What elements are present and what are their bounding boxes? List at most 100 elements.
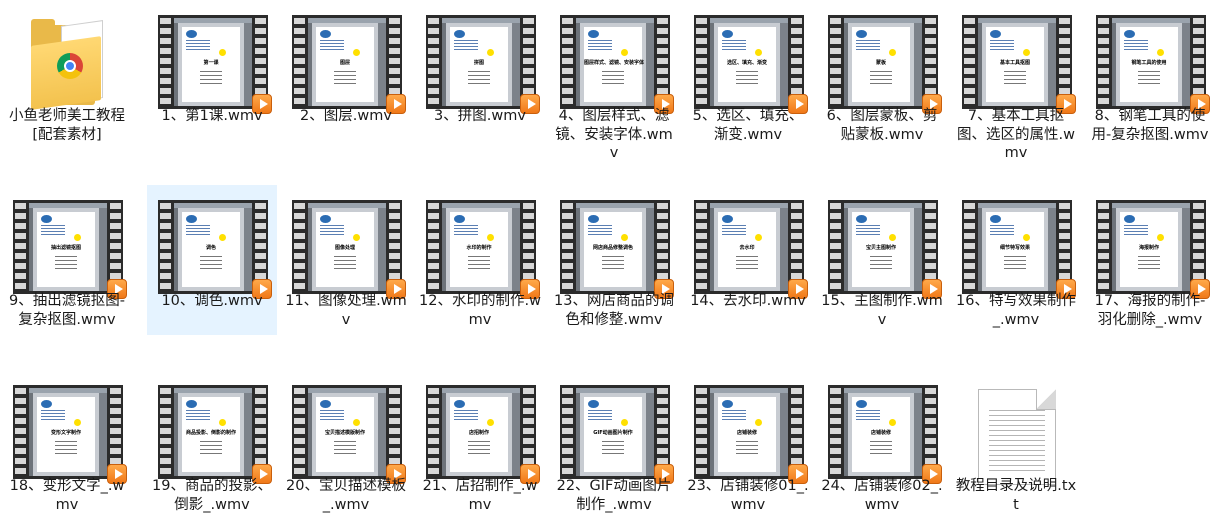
file-thumbnail: 水印的制作 — [426, 200, 540, 299]
file-item[interactable]: 宝贝描述模版制作 20、宝贝描述模板_.wmv — [281, 370, 411, 520]
slide-title: 基本工具抠图 — [999, 60, 1030, 66]
file-thumbnail: 变形文字制作 — [13, 385, 127, 484]
file-item[interactable]: 第一课 1、第1课.wmv — [147, 0, 277, 150]
file-name: 8、钢笔工具的使用-复杂抠图.wmv — [1091, 108, 1209, 143]
file-thumbnail: 宝贝主图制作 — [828, 200, 942, 299]
file-name: 7、基本工具抠图、选区的属性.wmv — [957, 108, 1075, 161]
video-frame: 店铺装修 — [844, 388, 922, 476]
video-filmstrip-icon: 店招制作 — [426, 385, 536, 479]
file-item[interactable]: 图像处理 11、图像处理.wmv — [281, 185, 411, 335]
logo-icon — [588, 215, 599, 223]
file-item[interactable]: 变形文字制作 18、变形文字_.wmv — [2, 370, 132, 520]
video-filmstrip-icon: 蒙板 — [828, 15, 938, 109]
video-filmstrip-icon: 第一课 — [158, 15, 268, 109]
file-name: 14、去水印.wmv — [690, 293, 806, 309]
slide-preview: 水印的制作 — [450, 212, 508, 287]
file-name: 小鱼老师美工教程[配套素材] — [9, 108, 125, 143]
file-item[interactable]: 抽出滤镜抠图 9、抽出滤镜抠图-复杂抠图.wmv — [2, 185, 132, 335]
logo-icon — [41, 400, 52, 408]
file-item[interactable]: 店招制作 21、店招制作_.wmv — [415, 370, 545, 520]
slide-title: 抽出滤镜抠图 — [50, 245, 81, 251]
video-frame: 蒙板 — [844, 18, 922, 106]
file-item[interactable]: 细节特写效果 16、特写效果制作_.wmv — [951, 185, 1081, 335]
slide-title: 店铺装修 — [736, 430, 757, 436]
video-filmstrip-icon: 细节特写效果 — [962, 200, 1072, 294]
video-filmstrip-icon: 变形文字制作 — [13, 385, 123, 479]
video-frame: 基本工具抠图 — [978, 18, 1056, 106]
file-item[interactable]: 拼图 3、拼图.wmv — [415, 0, 545, 150]
file-thumbnail — [962, 385, 1072, 485]
file-item[interactable]: 去水印 14、去水印.wmv — [683, 185, 813, 335]
file-thumbnail: 蒙板 — [828, 15, 942, 114]
slide-preview: 商品投影、倒影的制作 — [182, 397, 240, 472]
file-thumbnail: 选区、填充、渐变 — [694, 15, 808, 114]
file-item[interactable]: GIF动画图片制作 22、GIF动画图片制作_.wmv — [549, 370, 679, 520]
file-thumbnail: 第一课 — [158, 15, 272, 114]
file-item[interactable]: 调色 10、调色.wmv — [147, 185, 277, 335]
file-item[interactable]: 小鱼老师美工教程[配套素材] — [2, 0, 132, 150]
slide-title: 去水印 — [739, 245, 755, 251]
file-thumbnail: 店铺装修 — [828, 385, 942, 484]
file-item[interactable]: 店铺装修 24、店铺装修02_.wmv — [817, 370, 947, 520]
logo-icon — [856, 215, 867, 223]
slide-title: 拼图 — [473, 60, 484, 66]
file-name: 21、店招制作_.wmv — [422, 478, 538, 513]
video-filmstrip-icon: 水印的制作 — [426, 200, 536, 294]
file-item[interactable]: 钢笔工具的使用 8、钢笔工具的使用-复杂抠图.wmv — [1085, 0, 1215, 150]
file-item[interactable]: 蒙板 6、图层蒙板、剪贴蒙板.wmv — [817, 0, 947, 150]
slide-title: 变形文字制作 — [50, 430, 81, 436]
logo-icon — [722, 215, 733, 223]
logo-icon — [41, 215, 52, 223]
file-item[interactable]: 图层样式、滤镜、安装字体 4、图层样式、滤镜、安装字体.wmv — [549, 0, 679, 161]
file-item[interactable]: 基本工具抠图 7、基本工具抠图、选区的属性.wmv — [951, 0, 1081, 161]
logo-icon — [320, 400, 331, 408]
file-item[interactable]: 图层 2、图层.wmv — [281, 0, 411, 150]
video-filmstrip-icon: 选区、填充、渐变 — [694, 15, 804, 109]
slide-preview: 去水印 — [718, 212, 776, 287]
file-name: 4、图层样式、滤镜、安装字体.wmv — [555, 108, 673, 161]
video-filmstrip-icon: 抽出滤镜抠图 — [13, 200, 123, 294]
file-item[interactable]: 店铺装修 23、店铺装修01_.wmv — [683, 370, 813, 520]
video-frame: 宝贝描述模版制作 — [308, 388, 386, 476]
slide-title: 店铺装修 — [870, 430, 891, 436]
file-name: 22、GIF动画图片制作_.wmv — [556, 478, 672, 513]
video-frame: 店招制作 — [442, 388, 520, 476]
logo-icon — [320, 30, 331, 38]
logo-icon — [454, 400, 465, 408]
slide-title: 图像处理 — [334, 245, 355, 251]
logo-icon — [186, 30, 197, 38]
video-filmstrip-icon: 海报制作 — [1096, 200, 1206, 294]
slide-preview: 图像处理 — [316, 212, 374, 287]
file-thumbnail — [13, 15, 123, 110]
video-filmstrip-icon: 钢笔工具的使用 — [1096, 15, 1206, 109]
file-item[interactable]: 教程目录及说明.txt — [951, 370, 1081, 520]
logo-icon — [990, 215, 1001, 223]
slide-title: 网店商品修整调色 — [592, 245, 633, 251]
video-frame: 抽出滤镜抠图 — [29, 203, 107, 291]
video-frame: 图层 — [308, 18, 386, 106]
folder-icon — [31, 19, 107, 110]
file-thumbnail: 店铺装修 — [694, 385, 808, 484]
slide-preview: 蒙板 — [852, 27, 910, 102]
file-thumbnail: 图层 — [292, 15, 406, 114]
slide-title: 宝贝主图制作 — [865, 245, 896, 251]
file-item[interactable]: 水印的制作 12、水印的制作.wmv — [415, 185, 545, 335]
video-frame: 水印的制作 — [442, 203, 520, 291]
file-thumbnail: 图像处理 — [292, 200, 406, 299]
slide-title: 店招制作 — [468, 430, 489, 436]
slide-title: 海报制作 — [1138, 245, 1159, 251]
file-name: 20、宝贝描述模板_.wmv — [286, 478, 406, 513]
file-name: 24、店铺装修02_.wmv — [821, 478, 943, 513]
logo-icon — [856, 400, 867, 408]
video-filmstrip-icon: GIF动画图片制作 — [560, 385, 670, 479]
file-item[interactable]: 商品投影、倒影的制作 19、商品的投影、倒影_.wmv — [147, 370, 277, 520]
video-filmstrip-icon: 网店商品修整调色 — [560, 200, 670, 294]
file-item[interactable]: 选区、填充、渐变 5、选区、填充、渐变.wmv — [683, 0, 813, 150]
file-thumbnail: GIF动画图片制作 — [560, 385, 674, 484]
video-frame: 选区、填充、渐变 — [710, 18, 788, 106]
file-item[interactable]: 网店商品修整调色 13、网店商品的调色和修整.wmv — [549, 185, 679, 335]
slide-preview: 变形文字制作 — [37, 397, 95, 472]
file-item[interactable]: 海报制作 17、海报的制作-羽化删除_.wmv — [1085, 185, 1215, 335]
video-filmstrip-icon: 去水印 — [694, 200, 804, 294]
file-item[interactable]: 宝贝主图制作 15、主图制作.wmv — [817, 185, 947, 335]
